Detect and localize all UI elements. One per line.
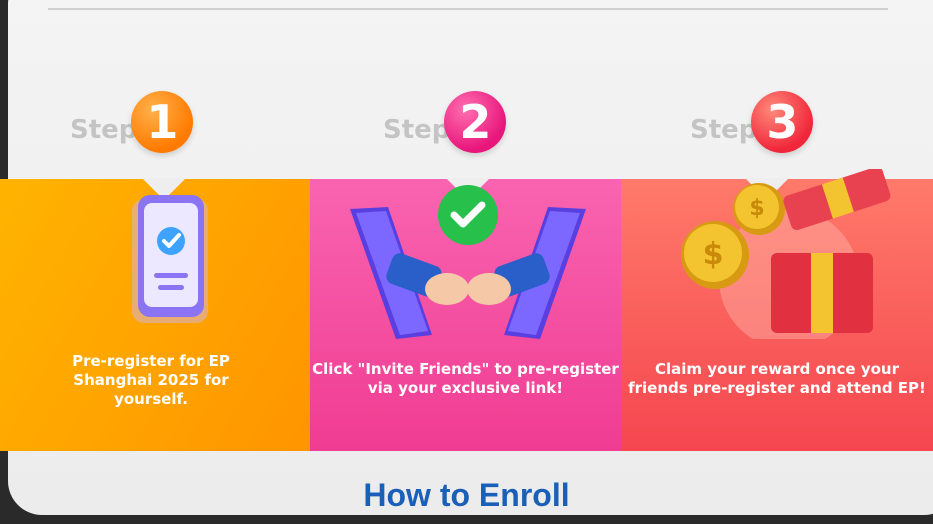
phone-check-icon [132,195,208,323]
how-to-enroll-title: How to Enroll [363,477,570,513]
step-2-caption: Click "Invite Friends" to pre-register v… [312,360,619,397]
step-2-header: Step 2 [383,82,507,162]
step-3-panel: $ $ Claim your reward once your friends … [621,169,933,451]
step-3-word: Step [690,115,758,145]
step-1-header: Step 1 [70,82,194,162]
step-1-panel: Pre-register for EP Shanghai 2025 for yo… [0,178,310,451]
steps-panels: Pre-register for EP Shanghai 2025 for yo… [0,169,933,451]
step-2-panel: Click "Invite Friends" to pre-register v… [310,178,621,451]
fist-bump-icon [350,185,586,339]
step-3-number-badge: 3 [751,91,814,153]
coins-gift-icon: $ $ [681,169,891,339]
svg-text:$: $ [749,196,764,221]
step-2-word: Step [383,115,451,145]
step-1-word: Step [70,115,138,145]
step-1-number-badge: 1 [131,91,194,153]
step-3-caption: Claim your reward once your friends pre-… [628,360,926,397]
top-divider [48,8,888,10]
step-2-number-badge: 2 [444,91,507,153]
step-1-caption: Pre-register for EP Shanghai 2025 for yo… [72,352,230,408]
step-3-header: Step 3 [690,82,814,162]
svg-text:$: $ [703,237,724,272]
